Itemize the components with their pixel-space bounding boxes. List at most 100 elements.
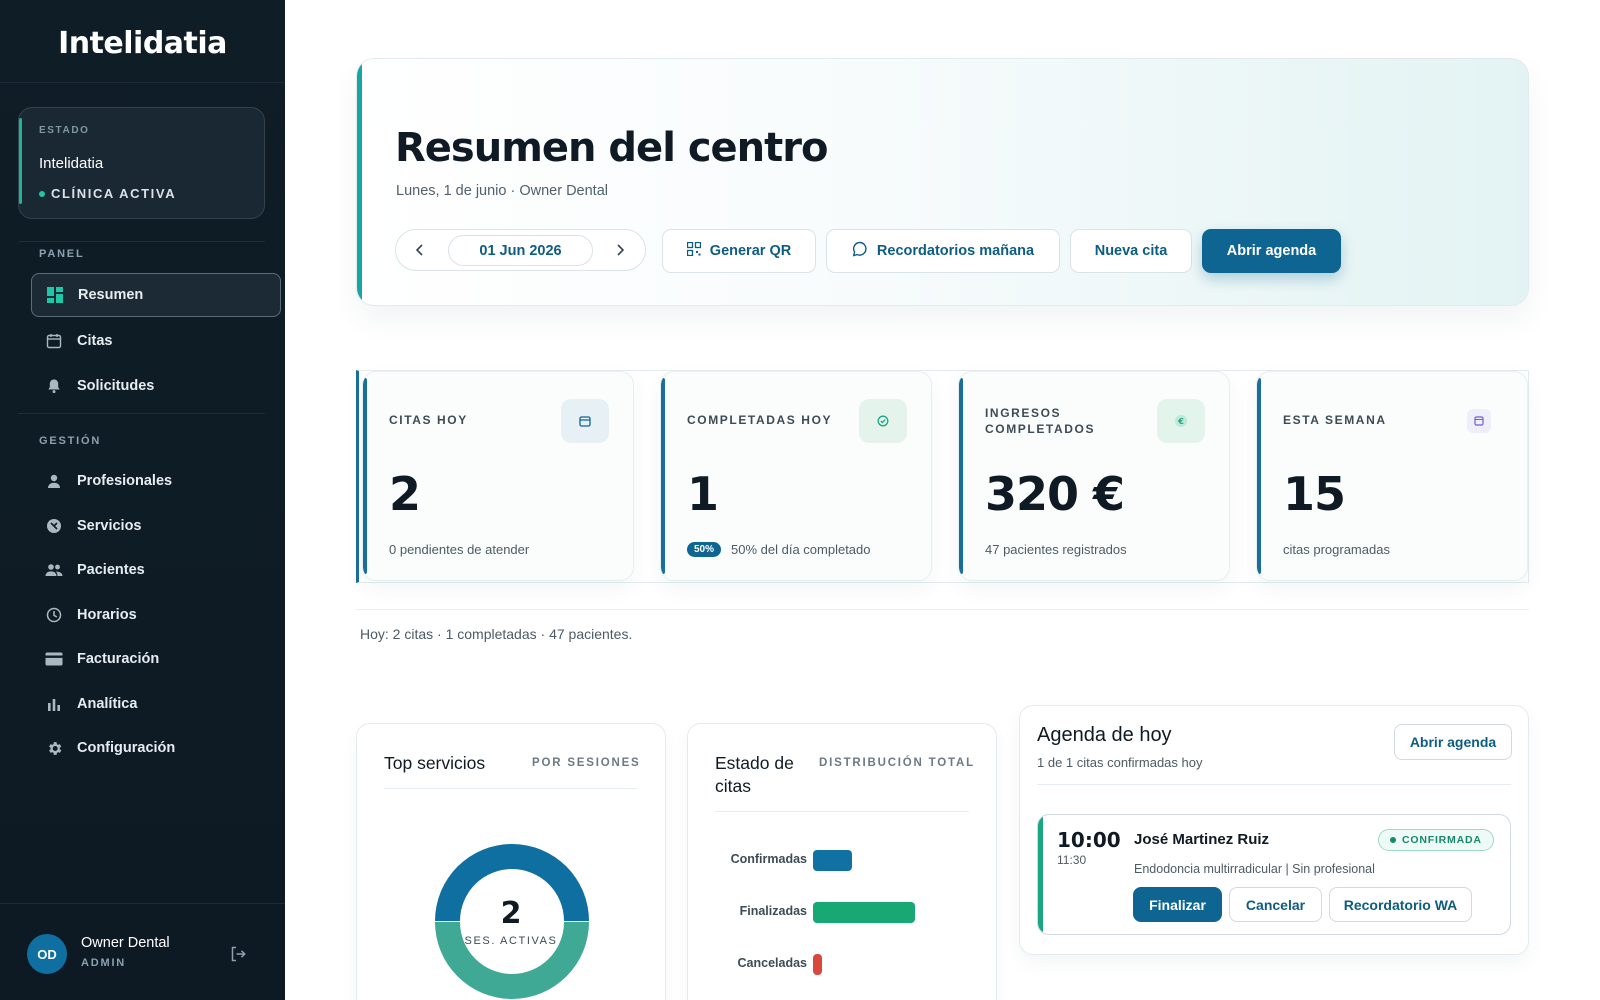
state-status: CLÍNICA ACTIVA (39, 186, 176, 201)
page-title: Resumen del centro (395, 125, 828, 171)
stat-value: 2 (389, 467, 421, 521)
status-bar (813, 954, 823, 975)
status-badge: CONFIRMADA (1378, 829, 1494, 851)
sidebar-item-profesionales[interactable]: Profesionales (31, 459, 281, 503)
stat-footnote-text: 50% del día completado (731, 542, 871, 557)
sidebar-item-facturacion[interactable]: Facturación (31, 637, 281, 681)
appointment-status-title: Estado de citas (715, 753, 794, 796)
chevron-right-icon[interactable] (610, 240, 630, 260)
logo-divider (0, 82, 285, 83)
sidebar-item-label: Facturación (77, 651, 160, 667)
appointment-card[interactable]: 10:00 11:30 José Martinez Ruiz Endodonci… (1037, 814, 1511, 935)
reminders-tomorrow-label: Recordatorios mañana (876, 243, 1035, 259)
sidebar-item-label: Pacientes (77, 562, 145, 578)
sidebar-divider (18, 241, 265, 242)
stat-footnote-text: 0 pendientes de atender (389, 542, 530, 557)
stat-label: ESTA SEMANA (1283, 413, 1387, 427)
sidebar-divider (18, 413, 265, 414)
stat-label: CITAS HOY (389, 413, 468, 427)
sidebar-item-label: Resumen (78, 287, 144, 303)
stat-value: 320 € (985, 467, 1125, 521)
bar-label: Finalizadas (739, 904, 807, 918)
stat-label: INGRESOS COMPLETADOS (985, 406, 1096, 436)
bell-icon (45, 377, 63, 395)
chevron-left-icon[interactable] (410, 240, 430, 260)
stat-card-esta-semana: ESTA SEMANA 15 citas programadas (1256, 371, 1528, 581)
section-label-panel: PANEL (39, 248, 85, 260)
page-subtitle: Lunes, 1 de junio · Owner Dental (396, 183, 608, 199)
new-appointment-button[interactable]: Nueva cita (1070, 229, 1192, 273)
stat-card-citas-hoy: CITAS HOY 2 0 pendientes de atender (362, 371, 634, 581)
sidebar-item-analitica[interactable]: Analítica (31, 682, 281, 726)
status-dot-icon (39, 190, 45, 197)
sidebar-item-pacientes[interactable]: Pacientes (31, 548, 281, 592)
stat-card-ingresos-completados: INGRESOS COMPLETADOS € 320 € 47 paciente… (958, 371, 1230, 581)
summary-divider (356, 609, 1529, 610)
agenda-open-button[interactable]: Abrir agenda (1394, 724, 1512, 760)
date-navigator: 01 Jun 2026 (395, 229, 646, 271)
generate-qr-button[interactable]: Generar QR (662, 229, 816, 273)
appointment-status-panel: Estado de citas DISTRIBUCIÓN TOTAL Confi… (687, 723, 997, 1000)
logout-icon[interactable] (229, 945, 247, 963)
panel-divider (384, 788, 638, 789)
patients-icon (45, 561, 63, 579)
section-label-gestion: GESTIÓN (39, 435, 102, 447)
sidebar-item-label: Solicitudes (77, 378, 155, 394)
stat-card-completadas-hoy: COMPLETADAS HOY 1 50% 50% del día comple… (660, 371, 932, 581)
calendar-icon (1455, 399, 1503, 443)
sidebar-item-horarios[interactable]: Horarios (31, 593, 281, 637)
calendar-icon (45, 332, 63, 350)
qr-code-icon (686, 241, 701, 260)
svg-text:€: € (1177, 417, 1184, 426)
sidebar-item-resumen[interactable]: Resumen (31, 273, 281, 317)
status-bar (813, 850, 852, 871)
avatar[interactable]: OD (27, 934, 67, 974)
sidebar-item-label: Horarios (77, 607, 137, 623)
donut-center-label: SES. ACTIVAS (464, 935, 558, 947)
stat-footnote: 50% 50% del día completado (687, 542, 871, 557)
cancel-appointment-button[interactable]: Cancelar (1229, 887, 1322, 922)
brand-logo[interactable]: Intelidatia (0, 26, 285, 61)
calendar-icon (561, 399, 609, 443)
stat-footnote: citas programadas (1283, 542, 1390, 557)
top-services-title: Top servicios (384, 753, 486, 773)
state-status-label: CLÍNICA ACTIVA (51, 186, 177, 201)
whatsapp-reminder-button[interactable]: Recordatorio WA (1329, 887, 1472, 922)
sidebar-item-configuracion[interactable]: Configuración (31, 726, 281, 770)
sidebar: Intelidatia ESTADO Intelidatia CLÍNICA A… (0, 0, 285, 1000)
agenda-title: Agenda de hoy (1037, 724, 1172, 746)
open-agenda-button[interactable]: Abrir agenda (1202, 229, 1341, 273)
appointment-status-tag: DISTRIBUCIÓN TOTAL (819, 757, 975, 769)
sidebar-item-solicitudes[interactable]: Solicitudes (31, 364, 281, 408)
sidebar-item-citas[interactable]: Citas (31, 319, 281, 363)
sidebar-item-label: Configuración (77, 740, 176, 756)
dashboard-icon (46, 286, 64, 304)
status-bar (813, 902, 915, 923)
stat-value: 15 (1283, 467, 1346, 521)
sidebar-item-label: Profesionales (77, 473, 173, 489)
state-label: ESTADO (39, 125, 90, 136)
sidebar-item-servicios[interactable]: Servicios (31, 504, 281, 548)
user-name: Owner Dental (81, 935, 170, 951)
stat-footnote-text: citas programadas (1283, 542, 1390, 557)
reminders-tomorrow-button[interactable]: Recordatorios mañana (826, 229, 1060, 273)
chat-bubble-icon (852, 241, 868, 261)
appointment-patient-name: José Martinez Ruiz (1134, 831, 1270, 848)
stat-footnote: 47 pacientes registrados (985, 542, 1127, 557)
bar-chart-icon (45, 695, 63, 713)
donut-segment-secondary (435, 922, 589, 999)
bar-label: Confirmadas (730, 852, 807, 866)
donut-center-value: 2 (500, 896, 522, 931)
agenda-subtitle: 1 de 1 citas confirmadas hoy (1037, 755, 1203, 770)
gear-icon (45, 739, 63, 757)
sidebar-item-label: Citas (77, 333, 113, 349)
finish-appointment-button[interactable]: Finalizar (1133, 887, 1222, 922)
sidebar-item-label: Analítica (77, 696, 138, 712)
completion-badge: 50% (687, 542, 722, 557)
services-icon (45, 517, 63, 535)
top-services-panel: Top servicios POR SESIONES 2 SES. ACTIVA… (356, 723, 666, 1000)
date-picker-button[interactable]: 01 Jun 2026 (448, 235, 593, 266)
check-circle-icon (859, 399, 907, 443)
euro-icon: € (1157, 399, 1205, 443)
appointment-start-time: 10:00 (1057, 828, 1121, 852)
